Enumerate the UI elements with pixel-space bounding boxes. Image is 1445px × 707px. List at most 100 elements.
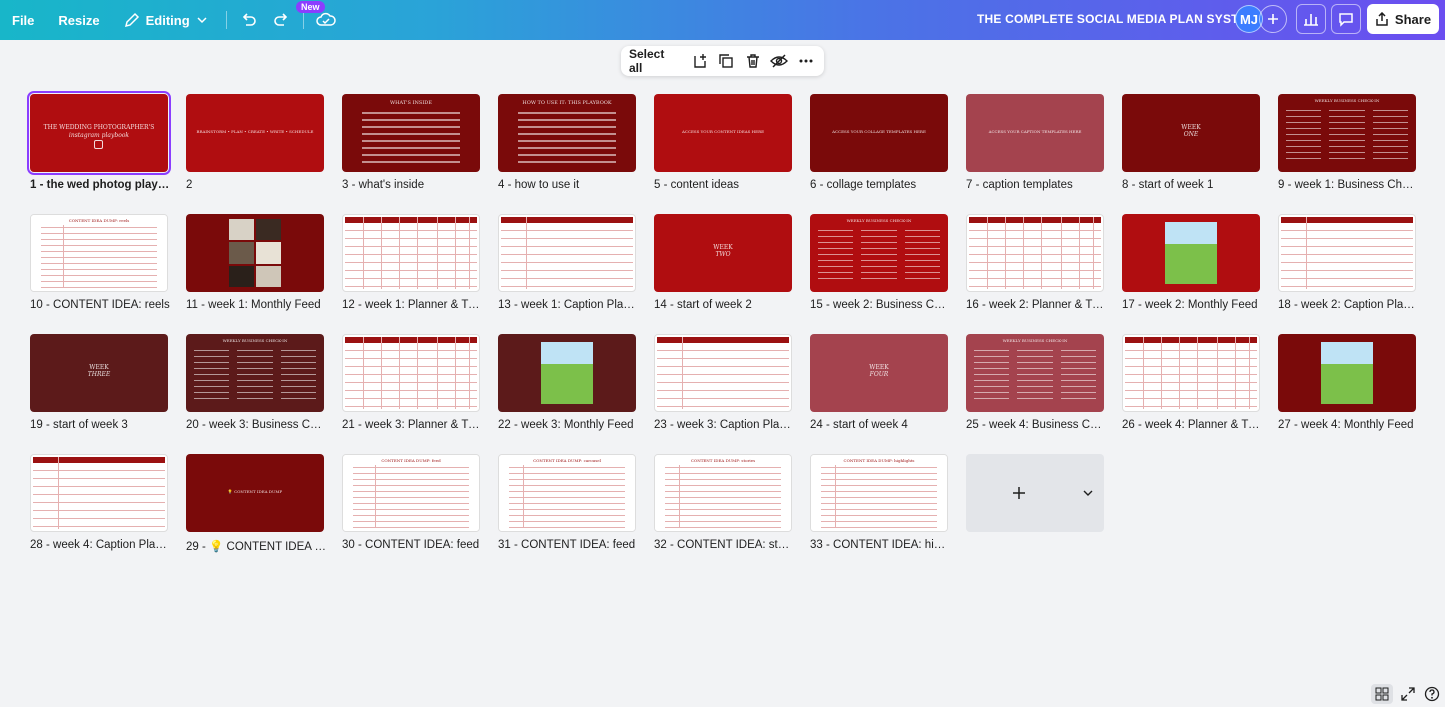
page-label[interactable]: 18 - week 2: Caption Planner	[1278, 299, 1418, 311]
page-thumbnail-card[interactable]: 28 - week 4: Caption Planner	[30, 454, 170, 574]
page-thumbnail[interactable]	[654, 334, 792, 412]
page-thumbnail-card[interactable]: THE WEDDING PHOTOGRAPHER'S instagram pla…	[27, 91, 171, 214]
page-thumbnail[interactable]: CONTENT IDEA DUMP: reels	[30, 214, 168, 292]
page-thumbnail[interactable]: WEEK TWO	[654, 214, 792, 292]
page-label[interactable]: 19 - start of week 3	[30, 419, 170, 431]
page-thumbnail[interactable]	[1122, 214, 1260, 292]
page-thumbnail-card[interactable]: 12 - week 1: Planner & Tracker	[342, 214, 482, 334]
fullscreen-button[interactable]	[1397, 684, 1419, 704]
hide-button[interactable]	[769, 50, 790, 72]
undo-button[interactable]	[233, 4, 265, 36]
comments-button[interactable]	[1331, 4, 1361, 34]
page-label[interactable]: 7 - caption templates	[966, 179, 1106, 191]
page-thumbnail[interactable]: CONTENT IDEA DUMP: carousel	[498, 454, 636, 532]
page-thumbnail-card[interactable]: 11 - week 1: Monthly Feed	[186, 214, 324, 334]
page-label[interactable]: 24 - start of week 4	[810, 419, 950, 431]
duplicate-button[interactable]	[716, 50, 737, 72]
page-label[interactable]: 33 - CONTENT IDEA: highlights	[810, 539, 950, 551]
page-thumbnail[interactable]	[30, 454, 168, 532]
page-thumbnail-card[interactable]: 26 - week 4: Planner & Tracker	[1122, 334, 1262, 454]
page-thumbnail[interactable]	[498, 334, 636, 412]
page-thumbnail[interactable]	[186, 214, 324, 292]
add-page-card[interactable]	[966, 454, 1104, 574]
page-thumbnail[interactable]	[966, 214, 1104, 292]
page-label[interactable]: 10 - CONTENT IDEA: reels	[30, 299, 170, 311]
page-thumbnail[interactable]: WHAT'S INSIDE	[342, 94, 480, 172]
page-thumbnail-card[interactable]: 27 - week 4: Monthly Feed	[1278, 334, 1416, 454]
page-label[interactable]: 6 - collage templates	[810, 179, 950, 191]
page-thumbnail[interactable]	[342, 214, 480, 292]
page-label[interactable]: 29 - 💡 CONTENT IDEA DUMP	[186, 539, 326, 553]
page-label[interactable]: 20 - week 3: Business Check-in	[186, 419, 326, 431]
page-thumbnail-card[interactable]: 22 - week 3: Monthly Feed	[498, 334, 636, 454]
page-thumbnail-card[interactable]: ACCESS YOUR CAPTION TEMPLATES HERE 7 - ca…	[966, 94, 1104, 214]
page-label[interactable]: 14 - start of week 2	[654, 299, 794, 311]
page-label[interactable]: 27 - week 4: Monthly Feed	[1278, 419, 1418, 431]
page-thumbnail-card[interactable]: WEEK TWO 14 - start of week 2	[654, 214, 792, 334]
page-thumbnail[interactable]: THE WEDDING PHOTOGRAPHER'S instagram pla…	[27, 91, 171, 175]
page-thumbnail-card[interactable]: WEEKLY BUSINESS CHECK-IN 9 - week 1: Bus…	[1278, 94, 1418, 214]
page-label[interactable]: 1 - the wed photog playbook	[30, 179, 170, 191]
page-thumbnail-card[interactable]: 17 - week 2: Monthly Feed	[1122, 214, 1260, 334]
page-label[interactable]: 12 - week 1: Planner & Tracker	[342, 299, 482, 311]
page-label[interactable]: 26 - week 4: Planner & Tracker	[1122, 419, 1262, 431]
page-label[interactable]: 25 - week 4: Business Check-in	[966, 419, 1106, 431]
page-label[interactable]: 22 - week 3: Monthly Feed	[498, 419, 638, 431]
more-options-button[interactable]	[795, 50, 816, 72]
add-page-tile[interactable]	[966, 454, 1104, 532]
help-button[interactable]	[1421, 684, 1443, 704]
document-title[interactable]: THE COMPLETE SOCIAL MEDIA PLAN SYSTEM	[977, 12, 1257, 26]
page-thumbnail[interactable]	[1278, 334, 1416, 412]
page-label[interactable]: 16 - week 2: Planner & Tracker	[966, 299, 1106, 311]
page-thumbnail-card[interactable]: WEEK THREE 19 - start of week 3	[30, 334, 168, 454]
page-thumbnail[interactable]	[498, 214, 636, 292]
page-thumbnail[interactable]: WEEKLY BUSINESS CHECK-IN	[186, 334, 324, 412]
page-thumbnail[interactable]	[1122, 334, 1260, 412]
page-thumbnail-card[interactable]: CONTENT IDEA DUMP: carousel 31 - CONTENT …	[498, 454, 636, 574]
page-thumbnail[interactable]	[1278, 214, 1416, 292]
page-thumbnail-card[interactable]: WEEK ONE 8 - start of week 1	[1122, 94, 1260, 214]
page-thumbnail-card[interactable]: CONTENT IDEA DUMP: stories 32 - CONTENT I…	[654, 454, 794, 574]
page-label[interactable]: 30 - CONTENT IDEA: feed	[342, 539, 482, 551]
add-page-button[interactable]	[689, 50, 710, 72]
resize-button[interactable]: Resize	[46, 0, 111, 40]
invite-button[interactable]	[1259, 5, 1287, 33]
page-label[interactable]: 21 - week 3: Planner & Tracker	[342, 419, 482, 431]
page-thumbnail[interactable]: ACCESS YOUR COLLAGE TEMPLATES HERE	[810, 94, 948, 172]
page-label[interactable]: 31 - CONTENT IDEA: feed	[498, 539, 638, 551]
page-thumbnail-card[interactable]: CONTENT IDEA DUMP: highlights 33 - CONTEN…	[810, 454, 950, 574]
page-label[interactable]: 23 - week 3: Caption Planner	[654, 419, 794, 431]
page-thumbnail-card[interactable]: BRAINSTORM • PLAN • CREATE • WRITE • SCH…	[186, 94, 324, 214]
delete-button[interactable]	[742, 50, 763, 72]
page-thumbnail-card[interactable]: ACCESS YOUR CONTENT IDEAS HERE 5 - conten…	[654, 94, 792, 214]
page-label[interactable]: 9 - week 1: Business Check-in	[1278, 179, 1418, 191]
page-thumbnail-card[interactable]: WEEKLY BUSINESS CHECK-IN 20 - week 3: Bu…	[186, 334, 326, 454]
page-thumbnail[interactable]: BRAINSTORM • PLAN • CREATE • WRITE • SCH…	[186, 94, 324, 172]
page-thumbnail-card[interactable]: HOW TO USE IT: THIS PLAYBOOK 4 - how to …	[498, 94, 636, 214]
page-thumbnail[interactable]: WEEK FOUR	[810, 334, 948, 412]
select-all-button[interactable]: Select all	[629, 47, 677, 75]
page-thumbnail[interactable]: WEEKLY BUSINESS CHECK-IN	[1278, 94, 1416, 172]
page-label[interactable]: 3 - what's inside	[342, 179, 482, 191]
page-thumbnail-card[interactable]: ACCESS YOUR COLLAGE TEMPLATES HERE 6 - co…	[810, 94, 948, 214]
page-thumbnail-card[interactable]: WEEK FOUR 24 - start of week 4	[810, 334, 948, 454]
page-label[interactable]: 2	[186, 179, 326, 191]
page-thumbnail[interactable]: ACCESS YOUR CAPTION TEMPLATES HERE	[966, 94, 1104, 172]
page-label[interactable]: 32 - CONTENT IDEA: stories	[654, 539, 794, 551]
page-thumbnail[interactable]	[342, 334, 480, 412]
page-label[interactable]: 13 - week 1: Caption Planner	[498, 299, 638, 311]
page-label[interactable]: 8 - start of week 1	[1122, 179, 1262, 191]
insights-button[interactable]	[1296, 4, 1326, 34]
page-thumbnail-card[interactable]: 23 - week 3: Caption Planner	[654, 334, 794, 454]
page-thumbnail-card[interactable]: CONTENT IDEA DUMP: reels 10 - CONTENT IDE…	[30, 214, 170, 334]
page-label[interactable]: 17 - week 2: Monthly Feed	[1122, 299, 1262, 311]
grid-view-button[interactable]	[1371, 684, 1393, 704]
page-thumbnail-card[interactable]: 18 - week 2: Caption Planner	[1278, 214, 1418, 334]
editing-mode-dropdown[interactable]: Editing	[112, 0, 220, 40]
page-thumbnail[interactable]: CONTENT IDEA DUMP: highlights	[810, 454, 948, 532]
page-label[interactable]: 15 - week 2: Business Check-in	[810, 299, 950, 311]
page-thumbnail-card[interactable]: 21 - week 3: Planner & Tracker	[342, 334, 482, 454]
share-button[interactable]: Share	[1367, 4, 1439, 34]
page-thumbnail[interactable]: ACCESS YOUR CONTENT IDEAS HERE	[654, 94, 792, 172]
page-thumbnail[interactable]: WEEKLY BUSINESS CHECK-IN	[966, 334, 1104, 412]
